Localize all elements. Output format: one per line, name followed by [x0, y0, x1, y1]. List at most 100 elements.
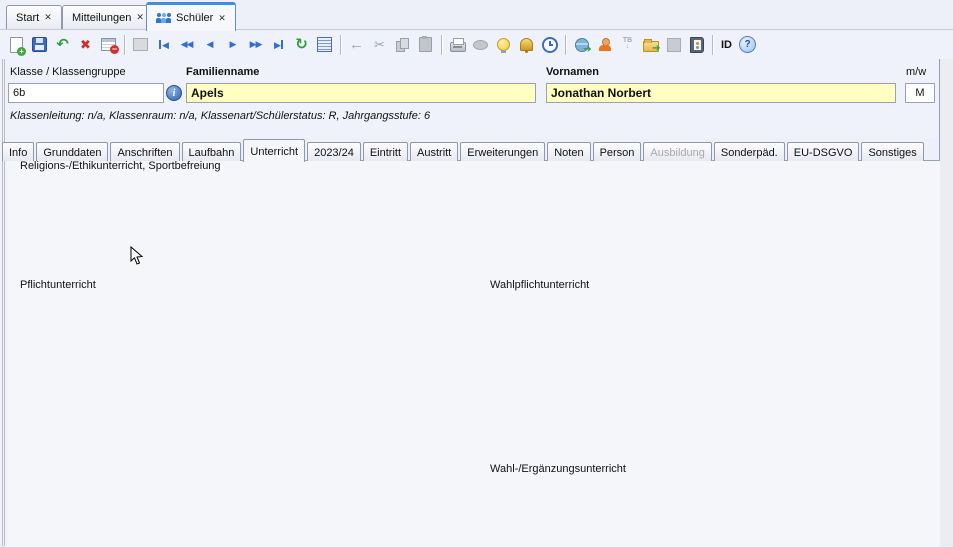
info-icon[interactable]: i [166, 85, 182, 101]
tab-info[interactable]: Info [2, 142, 34, 161]
tab-2023-24[interactable]: 2023/24 [307, 142, 361, 161]
close-icon[interactable]: ✕ [44, 12, 52, 23]
edit-form-button[interactable]: − [97, 33, 120, 56]
ergaenzung-legend: Wahl-/Ergänzungsunterricht [486, 463, 630, 475]
folder-export-button[interactable] [639, 33, 662, 56]
student-header-panel: Klasse / Klassengruppe 6b i Familienname… [0, 59, 940, 138]
help-button[interactable]: ? [736, 33, 759, 56]
tab-eu-dsgvo[interactable]: EU-DSGVO [787, 142, 860, 161]
window-tab-label: Schüler [176, 12, 213, 24]
lightbulb-icon [497, 38, 510, 51]
klasse-label: Klasse / Klassengruppe [10, 66, 126, 78]
tab-grunddaten[interactable]: Grunddaten [36, 142, 108, 161]
tab-anschriften[interactable]: Anschriften [110, 142, 179, 161]
tab-sonstiges[interactable]: Sonstiges [861, 142, 923, 161]
nav-first-button[interactable]: ◀ [152, 33, 175, 56]
toolbar-separator [565, 35, 566, 55]
tab-sonderpaed[interactable]: Sonderpäd. [714, 142, 785, 161]
reminder-button[interactable] [538, 33, 561, 56]
nav-last-button[interactable]: ▶ [267, 33, 290, 56]
tab-eintritt[interactable]: Eintritt [363, 142, 408, 161]
right-gutter [940, 59, 953, 546]
blank-button[interactable] [662, 33, 685, 56]
klasse-input[interactable]: 6b [8, 83, 164, 103]
tb-download-icon: TB↓ [621, 38, 635, 51]
nav-next-icon: ▶ [230, 40, 236, 49]
religion-legend: Religions-/Ethikunterricht, Sportbefreiu… [16, 160, 225, 172]
familienname-label: Familienname [186, 66, 259, 78]
record-button[interactable] [469, 33, 492, 56]
nav-prev-button[interactable]: ◀ [198, 33, 221, 56]
tab-person[interactable]: Person [593, 142, 642, 161]
wahlpflicht-legend: Wahlpflichtunterricht [486, 279, 593, 291]
mw-label: m/w [906, 66, 926, 78]
delete-record-button[interactable]: ✖ [74, 33, 97, 56]
close-icon[interactable]: ✕ [136, 12, 144, 23]
nav-prev-fast-icon: ◀◀ [181, 40, 193, 49]
address-book-button[interactable] [685, 33, 708, 56]
tab-laufbahn[interactable]: Laufbahn [182, 142, 242, 161]
nav-last-icon: ▶ [274, 40, 283, 50]
help-icon: ? [739, 36, 756, 53]
alarm-clock-icon [542, 37, 558, 53]
nav-prev-fast-button[interactable]: ◀◀ [175, 33, 198, 56]
down-arrow-icon: ↓ [626, 43, 630, 50]
paste-button[interactable] [414, 33, 437, 56]
nav-next-fast-button[interactable]: ▶▶ [244, 33, 267, 56]
toolbar-separator [712, 35, 713, 55]
tab-noten[interactable]: Noten [547, 142, 590, 161]
hint-button[interactable] [492, 33, 515, 56]
paste-icon [419, 37, 432, 52]
oval-icon [473, 40, 488, 50]
notification-button[interactable] [515, 33, 538, 56]
tb-import-button[interactable]: TB↓ [616, 33, 639, 56]
window-tab-start[interactable]: Start ✕ [6, 5, 62, 29]
toolbar-separator [124, 35, 125, 55]
address-book-icon [690, 37, 704, 53]
id-label: ID [717, 39, 736, 51]
window-tab-label: Start [16, 12, 39, 24]
print-icon [450, 42, 466, 52]
window-tab-label: Mitteilungen [72, 12, 131, 24]
globe-export-icon [575, 38, 589, 52]
save-icon [32, 37, 47, 52]
print-button[interactable] [446, 33, 469, 56]
window-tab-mitteilungen[interactable]: Mitteilungen ✕ [62, 5, 154, 29]
new-record-button[interactable] [5, 33, 28, 56]
web-export-button[interactable] [570, 33, 593, 56]
new-record-icon [10, 37, 23, 53]
tab-unterricht[interactable]: Unterricht [243, 139, 305, 162]
vornamen-input[interactable]: Jonathan Norbert [546, 83, 896, 103]
person-icon [599, 38, 611, 51]
tab-austritt[interactable]: Austritt [410, 142, 458, 161]
nav-next-button[interactable]: ▶ [221, 33, 244, 56]
students-icon [156, 13, 171, 24]
save-button[interactable] [28, 33, 51, 56]
undo-icon: ↶ [56, 37, 69, 52]
undo-button[interactable]: ↶ [51, 33, 74, 56]
vornamen-label: Vornamen [546, 66, 599, 78]
copy-record-icon [133, 38, 148, 51]
mw-input[interactable]: M [905, 83, 935, 103]
copy-icon [396, 38, 409, 52]
tab-erweiterungen[interactable]: Erweiterungen [460, 142, 545, 161]
familienname-input[interactable]: Apels [186, 83, 536, 103]
window-tab-bar: Start ✕ Mitteilungen ✕ Schüler ✕ [0, 0, 953, 29]
back-button[interactable]: ← [345, 33, 368, 56]
refresh-button[interactable]: ↻ [290, 33, 313, 56]
close-icon[interactable]: ✕ [218, 13, 226, 24]
copy-record-button[interactable] [129, 33, 152, 56]
nav-first-icon: ◀ [159, 40, 168, 50]
list-view-button[interactable] [313, 33, 336, 56]
copy-button[interactable] [391, 33, 414, 56]
left-splitter[interactable] [0, 59, 7, 546]
window-tab-schueler[interactable]: Schüler ✕ [146, 2, 236, 31]
klassen-meta-line: Klassenleitung: n/a, Klassenraum: n/a, K… [10, 110, 430, 122]
nav-prev-icon: ◀ [207, 40, 213, 49]
list-icon [317, 37, 332, 52]
pflicht-legend: Pflichtunterricht [16, 279, 100, 291]
student-button[interactable] [593, 33, 616, 56]
cut-button[interactable]: ✂ [368, 33, 391, 56]
toolbar-separator [441, 35, 442, 55]
folder-export-icon [643, 41, 659, 52]
